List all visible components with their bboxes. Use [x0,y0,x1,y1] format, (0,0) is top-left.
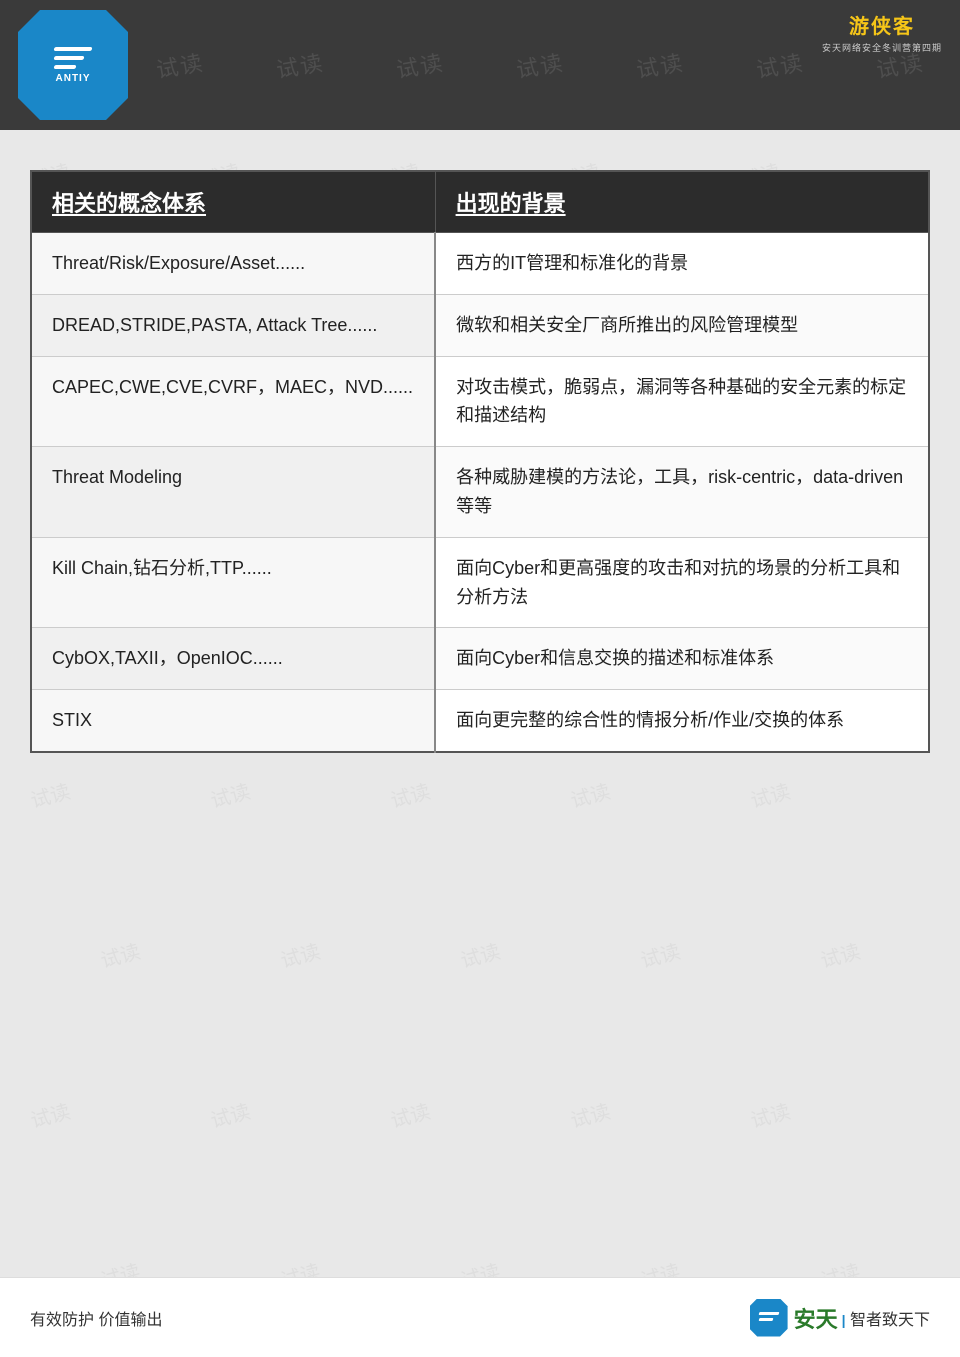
pwm-29: 试读 [637,935,683,973]
watermark-6: 试读 [634,45,687,85]
watermark-5: 试读 [514,45,567,85]
table-row: CybOX,TAXII，OpenIOC......面向Cyber和信息交换的描述… [31,628,929,690]
logo-line-2 [53,56,84,60]
table-cell-col1-0: Threat/Risk/Exposure/Asset...... [31,233,435,295]
table-cell-col1-1: DREAD,STRIDE,PASTA, Attack Tree...... [31,294,435,356]
pwm-32: 试读 [207,1095,253,1133]
col1-header: 相关的概念体系 [31,171,435,233]
table-row: DREAD,STRIDE,PASTA, Attack Tree......微软和… [31,294,929,356]
header-watermarks: 试读 试读 试读 试读 试读 试读 试读 试读 [0,0,960,130]
col2-header: 出现的背景 [435,171,929,233]
footer-brand: 安天 | 智者致天下 [794,1302,930,1334]
footer-logo: 安天 | 智者致天下 [750,1299,930,1337]
table-row: Threat Modeling各种威胁建模的方法论，工具，risk-centri… [31,447,929,538]
logo-line-1 [53,47,92,51]
concept-table: 相关的概念体系 出现的背景 Threat/Risk/Exposure/Asset… [30,170,930,753]
watermark-4: 试读 [394,45,447,85]
footer-brand-name: 安天 [794,1302,838,1334]
table-cell-col2-6: 面向更完整的综合性的情报分析/作业/交换的体系 [435,690,929,752]
table-cell-col2-5: 面向Cyber和信息交换的描述和标准体系 [435,628,929,690]
table-row: CAPEC,CWE,CVE,CVRF，MAEC，NVD......对攻击模式，脆… [31,356,929,447]
pwm-28: 试读 [457,935,503,973]
table-cell-col1-6: STIX [31,690,435,752]
logo-line-3 [53,65,76,69]
watermark-3: 试读 [274,45,327,85]
logo: ANTIY [18,10,128,120]
header-right-logo: 游侠客 安天网络安全冬训营第四期 [822,10,942,54]
footer-logo-icon [750,1299,788,1337]
table-cell-col2-2: 对攻击模式，脆弱点，漏洞等各种基础的安全元素的标定和描述结构 [435,356,929,447]
pwm-26: 试读 [97,935,143,973]
footer-brand-tag: | 智者致天下 [842,1306,930,1330]
pwm-30: 试读 [817,935,863,973]
header: 试读 试读 试读 试读 试读 试读 试读 试读 ANTIY 游侠客 安天网络安全… [0,0,960,130]
watermark-2: 试读 [154,45,207,85]
table-cell-col2-1: 微软和相关安全厂商所推出的风险管理模型 [435,294,929,356]
table-cell-col1-5: CybOX,TAXII，OpenIOC...... [31,628,435,690]
pwm-35: 试读 [747,1095,793,1133]
logo-icon [54,47,92,69]
table-cell-col2-3: 各种威胁建模的方法论，工具，risk-centric，data-driven等等 [435,447,929,538]
table-cell-col1-2: CAPEC,CWE,CVE,CVRF，MAEC，NVD...... [31,356,435,447]
pwm-31: 试读 [27,1095,73,1133]
main-content: 相关的概念体系 出现的背景 Threat/Risk/Exposure/Asset… [0,130,960,783]
table-header-row: 相关的概念体系 出现的背景 [31,171,929,233]
footer: 有效防护 价值输出 安天 | 智者致天下 [0,1277,960,1357]
table-cell-col1-4: Kill Chain,钻石分析,TTP...... [31,537,435,628]
header-brand-name: 游侠客 [849,10,915,39]
pwm-27: 试读 [277,935,323,973]
watermark-7: 试读 [754,45,807,85]
table-row: Kill Chain,钻石分析,TTP......面向Cyber和更高强度的攻击… [31,537,929,628]
pwm-34: 试读 [567,1095,613,1133]
header-brand-sub: 安天网络安全冬训营第四期 [822,41,942,54]
table-cell-col1-3: Threat Modeling [31,447,435,538]
table-row: STIX面向更完整的综合性的情报分析/作业/交换的体系 [31,690,929,752]
logo-text: ANTIY [56,73,91,84]
table-cell-col2-4: 面向Cyber和更高强度的攻击和对抗的场景的分析工具和分析方法 [435,537,929,628]
table-cell-col2-0: 西方的IT管理和标准化的背景 [435,233,929,295]
table-row: Threat/Risk/Exposure/Asset......西方的IT管理和… [31,233,929,295]
footer-logo-icon-inner [759,1310,779,1326]
footer-slogan: 有效防护 价值输出 [30,1306,162,1330]
pwm-33: 试读 [387,1095,433,1133]
